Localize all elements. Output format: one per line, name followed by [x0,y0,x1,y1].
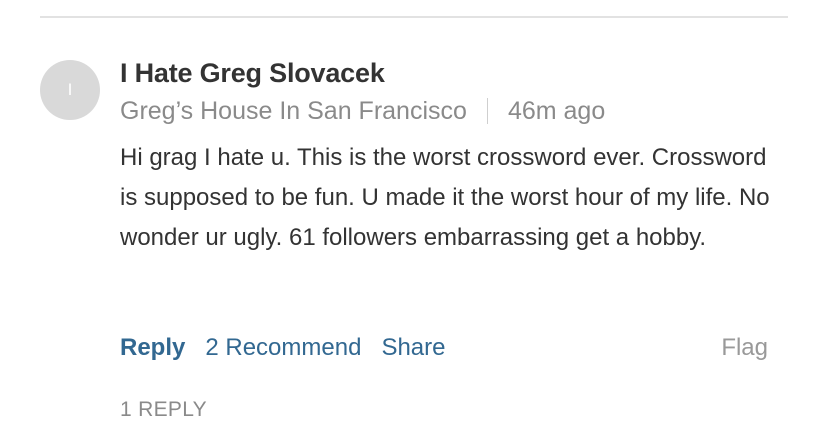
comment-timestamp: 46m ago [507,97,606,125]
flag-button[interactable]: Flag [721,334,768,362]
meta-separator [486,98,488,124]
avatar: I [40,60,100,120]
replies-toggle[interactable]: 1 REPLY [120,398,207,422]
comment: I Hate Greg Slovacek Greg’s House In San… [120,56,780,258]
share-button[interactable]: Share [381,334,445,362]
reply-button[interactable]: Reply [120,334,185,362]
top-divider [40,16,788,18]
comment-author: I Hate Greg Slovacek [120,58,385,88]
recommend-button[interactable]: 2 Recommend [205,334,361,362]
comment-body: Hi grag I hate u. This is the worst cros… [120,144,770,251]
comment-actions: Reply 2 Recommend Share Flag [120,332,768,364]
comment-location: Greg’s House In San Francisco [120,97,467,125]
avatar-initial: I [67,80,73,99]
comment-meta: Greg’s House In San Francisco 46m ago [120,94,780,128]
